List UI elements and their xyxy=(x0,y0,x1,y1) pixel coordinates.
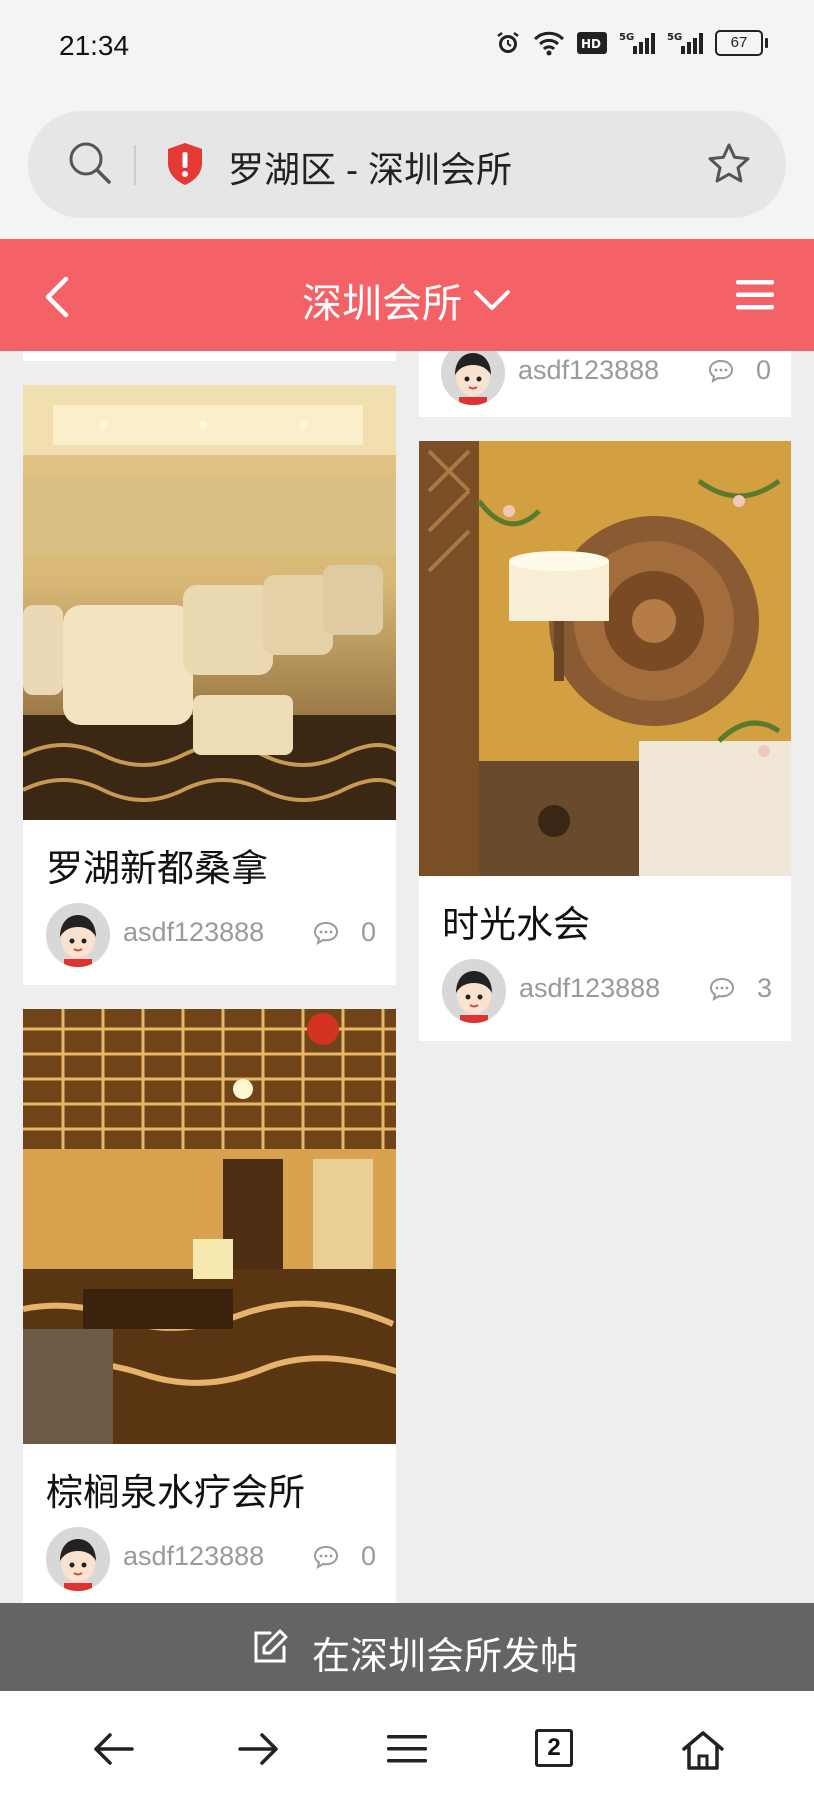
author-name[interactable]: asdf123888 xyxy=(123,917,264,948)
author-name[interactable]: asdf123888 xyxy=(123,1541,264,1572)
star-icon[interactable] xyxy=(706,141,752,187)
category-selector[interactable]: 深圳会所 xyxy=(0,271,814,329)
comment-icon xyxy=(313,1545,339,1570)
alarm-icon xyxy=(497,32,519,53)
status-time: 21:34 xyxy=(59,30,130,61)
post-meta: asdf123888 3 xyxy=(442,959,772,1023)
svg-text:HD: HD xyxy=(581,37,601,51)
search-icon[interactable] xyxy=(66,139,114,187)
comment-icon xyxy=(709,977,735,1002)
post-card[interactable]: 罗湖新都桑拿 asdf123888 0 xyxy=(23,385,396,985)
status-bar: 21:34 HD 5G 5G 67 xyxy=(0,0,814,96)
menu-icon[interactable] xyxy=(736,279,774,311)
edit-icon xyxy=(254,1629,288,1663)
author-name[interactable]: asdf123888 xyxy=(519,973,660,1004)
comment-icon xyxy=(313,921,339,946)
comment-count: 0 xyxy=(755,355,771,385)
author-name[interactable]: asdf123888 xyxy=(518,355,659,386)
battery-icon: 67 xyxy=(715,30,768,56)
post-grid: asdf123888 0 罗湖新都桑拿 asdf123888 0 时光水会 as… xyxy=(0,351,814,1603)
avatar[interactable] xyxy=(442,959,506,1023)
comment-count: 0 xyxy=(360,917,376,947)
avatar[interactable] xyxy=(46,1527,110,1591)
page-header: 深圳会所 xyxy=(0,239,814,351)
status-icons: HD 5G 5G 67 xyxy=(495,30,768,56)
post-meta: asdf123888 0 xyxy=(441,351,771,405)
tabs-button[interactable]: 2 xyxy=(535,1729,573,1767)
svg-text:5G: 5G xyxy=(667,32,682,43)
post-title[interactable]: 棕榈泉水疗会所 xyxy=(46,1462,305,1516)
tabs-count: 2 xyxy=(547,1734,561,1761)
svg-text:5G: 5G xyxy=(619,32,634,43)
post-meta: asdf123888 0 xyxy=(46,1527,376,1591)
address-text[interactable]: 罗湖区 - 深圳会所 xyxy=(228,141,512,193)
comment-count: 3 xyxy=(756,973,772,1003)
divider xyxy=(134,145,136,185)
back-arrow-icon[interactable] xyxy=(92,1729,134,1769)
post-meta: asdf123888 0 xyxy=(46,903,376,967)
avatar[interactable] xyxy=(441,351,505,405)
comment-icon xyxy=(708,359,734,384)
signal-5g-icon-2: 5G xyxy=(667,32,703,54)
shield-icon[interactable] xyxy=(164,141,206,187)
page-title: 深圳会所 xyxy=(302,282,462,326)
battery-level: 67 xyxy=(715,30,763,56)
forward-arrow-icon[interactable] xyxy=(238,1729,280,1769)
chevron-down-icon xyxy=(474,290,510,310)
home-icon[interactable] xyxy=(681,1729,725,1771)
post-title[interactable]: 罗湖新都桑拿 xyxy=(46,838,268,892)
post-card[interactable]: asdf123888 0 xyxy=(419,351,791,417)
menu-lines-icon[interactable] xyxy=(386,1729,428,1769)
browser-nav-bar: 2 xyxy=(0,1691,814,1818)
post-card[interactable]: 时光水会 asdf123888 3 xyxy=(419,441,791,1041)
post-card[interactable]: 棕榈泉水疗会所 asdf123888 0 xyxy=(23,1009,396,1603)
post-card-partial[interactable] xyxy=(23,351,396,361)
hd-icon: HD xyxy=(577,32,607,54)
new-post-label: 在深圳会所发帖 xyxy=(312,1636,579,1678)
post-image[interactable] xyxy=(23,1009,396,1444)
new-post-button[interactable]: 在深圳会所发帖 xyxy=(0,1603,814,1691)
comment-count: 0 xyxy=(360,1541,376,1571)
avatar[interactable] xyxy=(46,903,110,967)
address-bar[interactable]: 罗湖区 - 深圳会所 xyxy=(28,111,786,218)
signal-5g-icon: 5G xyxy=(619,32,655,54)
wifi-icon xyxy=(533,31,565,56)
post-image[interactable] xyxy=(419,441,791,876)
post-image[interactable] xyxy=(23,385,396,820)
post-title[interactable]: 时光水会 xyxy=(442,894,590,948)
browser-toolbar: 罗湖区 - 深圳会所 xyxy=(0,96,814,239)
